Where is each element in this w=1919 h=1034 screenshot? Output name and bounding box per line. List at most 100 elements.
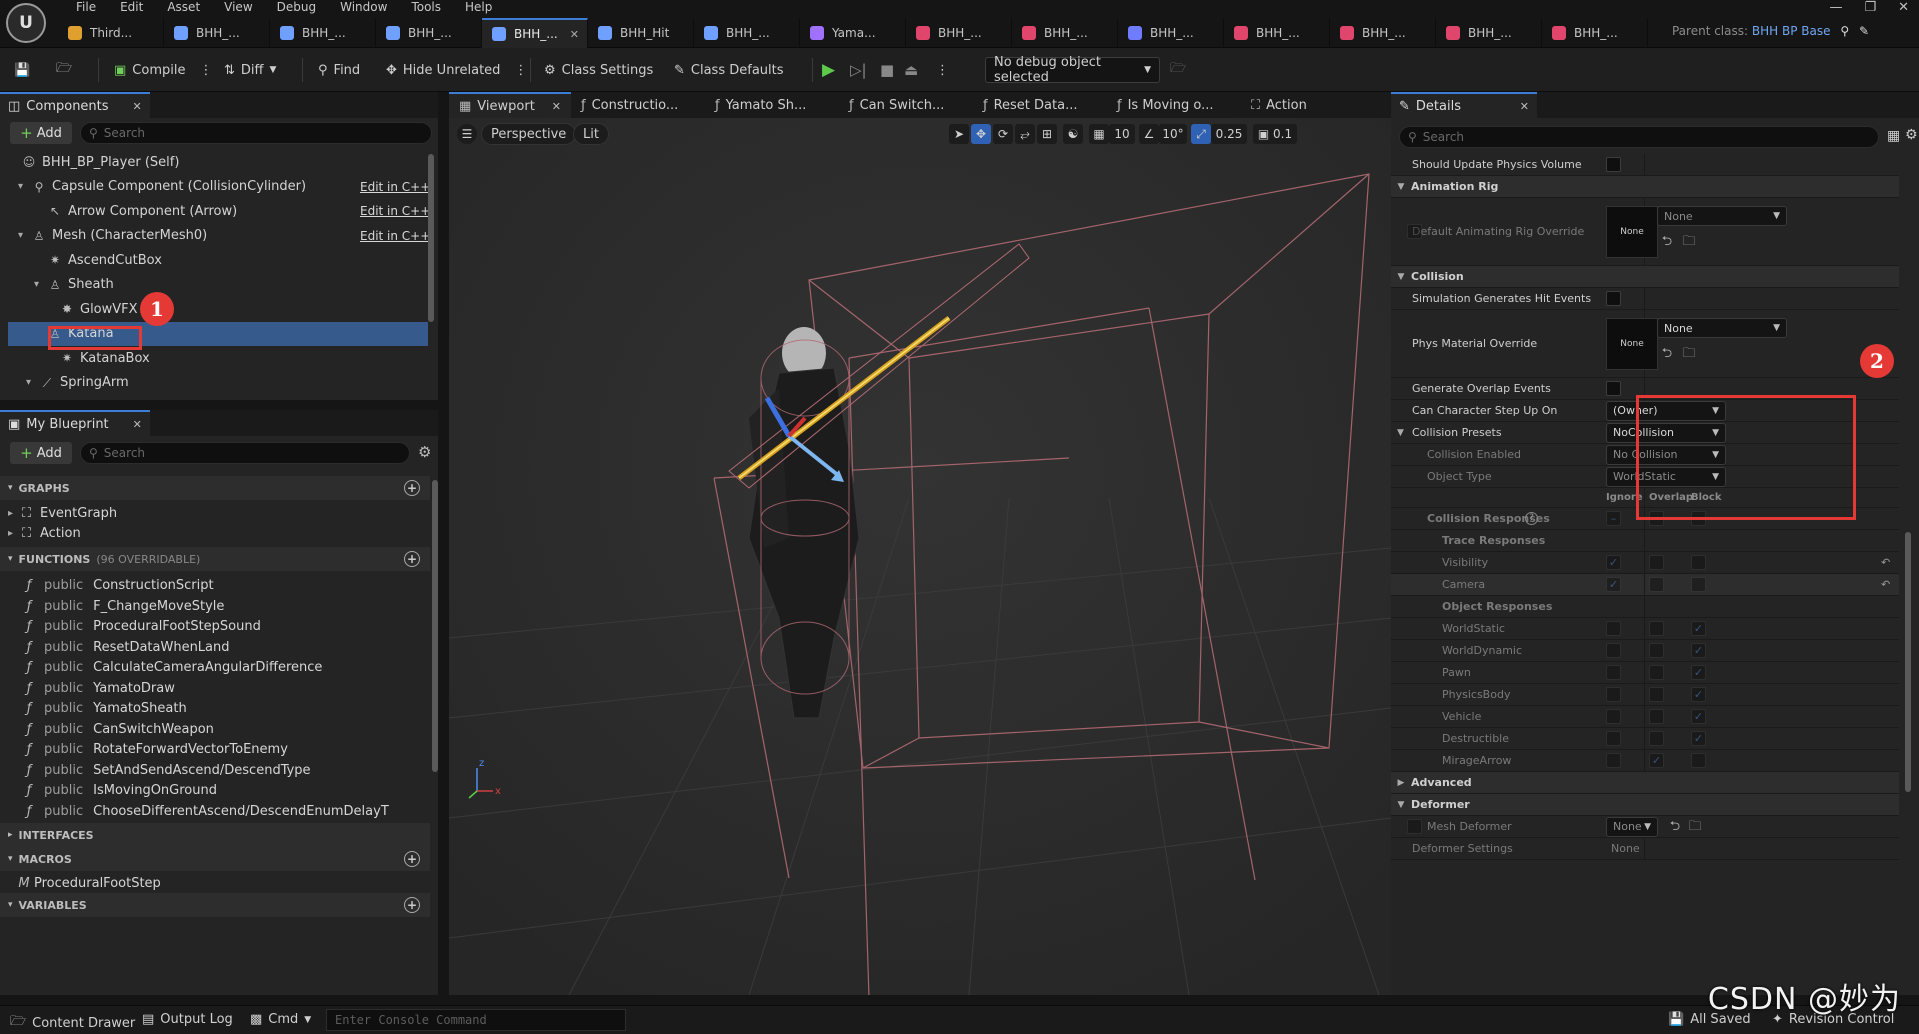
menu-help[interactable]: Help — [453, 0, 504, 16]
surface-snap-icon[interactable]: ☯ — [1063, 124, 1083, 144]
tab-editor-5[interactable]: ƒ Is Moving o... — [1107, 92, 1241, 118]
checkbox[interactable] — [1649, 664, 1664, 680]
expand-arrow-icon[interactable]: ▾ — [26, 377, 40, 388]
function-item[interactable]: ƒ public ChooseDifferentAscend/DescendEnum… — [0, 799, 430, 824]
tab-asset-10[interactable]: BHH_... — [1118, 18, 1224, 48]
checkbox[interactable]: ✓ — [1606, 576, 1621, 592]
checkbox[interactable]: – — [1606, 510, 1621, 526]
grid-view-icon[interactable]: ▦ — [1887, 128, 1900, 144]
tab-editor-0[interactable]: ▦ Viewport ✕ — [449, 92, 571, 118]
add-component-button[interactable]: + Add — [10, 122, 72, 144]
asset-thumbnail[interactable]: None — [1606, 206, 1658, 258]
camera-speed-button[interactable]: ▣ 0.1 — [1253, 124, 1297, 144]
asset-thumbnail[interactable]: None — [1606, 318, 1658, 370]
section-functions[interactable]: ▾ FUNCTIONS (96 OVERRIDABLE) + — [0, 547, 430, 571]
hamburger-menu-icon[interactable]: ☰ — [457, 124, 477, 144]
section-deformer[interactable]: ▼ Deformer — [1391, 794, 1899, 816]
add-member-button[interactable]: + Add — [10, 442, 72, 464]
checkbox[interactable] — [1606, 642, 1621, 658]
section-interfaces[interactable]: ▸ INTERFACES — [0, 823, 430, 847]
add-icon[interactable]: + — [404, 851, 420, 867]
checkbox[interactable] — [1606, 290, 1621, 306]
checkbox[interactable]: ✓ — [1691, 620, 1706, 636]
checkbox[interactable] — [1606, 708, 1621, 724]
content-drawer-button[interactable]: 🗁 Content Drawer — [10, 1012, 135, 1034]
section-animation-rig[interactable]: ▼ Animation Rig — [1391, 176, 1899, 198]
tab-asset-14[interactable]: BHH_... — [1542, 18, 1648, 48]
step-icon[interactable]: ▷| — [850, 57, 867, 83]
use-selected-icon[interactable]: ⮌ — [1659, 346, 1675, 362]
scale-snap-icon[interactable]: ⤢ — [1191, 124, 1211, 144]
stop-icon[interactable]: ■ — [880, 57, 894, 83]
tab-editor-1[interactable]: ƒ Constructio... — [571, 92, 705, 118]
expand-arrow-icon[interactable]: ▸ — [8, 508, 22, 519]
menu-debug[interactable]: Debug — [265, 0, 328, 16]
gear-icon[interactable]: ⚙ — [418, 443, 431, 461]
tab-details[interactable]: ✎ Details ✕ — [1391, 92, 1537, 118]
tab-asset-4[interactable]: BHH_... ✕ — [482, 18, 588, 48]
scrollbar[interactable] — [1905, 532, 1911, 792]
minimize-icon[interactable]: — — [1829, 0, 1842, 15]
graph-item[interactable]: ▸ ⛶ Action — [0, 521, 430, 546]
add-icon[interactable]: + — [404, 897, 420, 913]
section-collision[interactable]: ▼ Collision — [1391, 266, 1899, 288]
save-icon[interactable]: 💾 — [14, 57, 30, 83]
expand-arrow-icon[interactable]: ▾ — [34, 279, 48, 290]
browse-debug-icon[interactable]: 🗁 — [1170, 57, 1186, 83]
collapse-arrow-icon[interactable]: ▼ — [1397, 428, 1404, 438]
tree-item-camera[interactable]: ■Camera — [8, 395, 428, 401]
lit-button[interactable]: Lit — [573, 123, 609, 145]
checkbox[interactable]: ✓ — [1691, 664, 1706, 680]
use-selected-icon[interactable]: ⮌ — [1659, 234, 1675, 250]
menu-tools[interactable]: Tools — [399, 0, 453, 16]
diff-button[interactable]: ⇅ Diff ▼ — [224, 57, 276, 83]
checkbox[interactable] — [1606, 752, 1621, 768]
menu-edit[interactable]: Edit — [108, 0, 155, 16]
checkbox[interactable] — [1649, 620, 1664, 636]
debug-object-select[interactable]: No debug object selected ▼ — [985, 55, 1160, 85]
checkbox[interactable] — [1407, 818, 1422, 834]
checkbox[interactable] — [1606, 686, 1621, 702]
tab-asset-7[interactable]: Yama... — [800, 18, 906, 48]
checkbox[interactable] — [1606, 156, 1621, 172]
tab-editor-3[interactable]: ƒ Can Switch... — [839, 92, 973, 118]
checkbox[interactable]: ✓ — [1691, 730, 1706, 746]
tab-asset-9[interactable]: BHH_... — [1012, 18, 1118, 48]
close-icon[interactable]: ✕ — [133, 418, 142, 431]
tab-asset-5[interactable]: BHH_Hit — [588, 18, 694, 48]
tab-asset-3[interactable]: BHH_... — [376, 18, 482, 48]
grid-snap-icon[interactable]: ▦ — [1089, 124, 1109, 144]
checkbox[interactable] — [1606, 380, 1621, 396]
close-icon[interactable]: ✕ — [570, 28, 579, 41]
hide-unrelated-button[interactable]: ✥ Hide Unrelated ⋮ — [386, 57, 527, 83]
checkbox[interactable] — [1606, 620, 1621, 636]
tab-asset-6[interactable]: BHH_... — [694, 18, 800, 48]
scale-mode-icon[interactable]: ⥂ — [1015, 124, 1035, 144]
tab-editor-2[interactable]: ƒ Yamato Sh... — [705, 92, 839, 118]
tab-editor-4[interactable]: ƒ Reset Data... — [973, 92, 1107, 118]
menu-asset[interactable]: Asset — [155, 0, 212, 16]
close-icon[interactable]: ✕ — [1520, 100, 1529, 113]
checkbox[interactable]: ✓ — [1606, 554, 1621, 570]
menu-file[interactable]: File — [64, 0, 108, 16]
menu-window[interactable]: Window — [328, 0, 399, 16]
viewport[interactable]: z x ☰ Perspective Lit ➤ ✥ ⟳ ⥂ ⊞ ☯ ▦ 10 ∠… — [449, 118, 1391, 995]
tree-item-capsule[interactable]: ▾ ⚲ Capsule Component (CollisionCylinder) E… — [8, 175, 430, 199]
close-icon[interactable]: ✕ — [1898, 0, 1909, 15]
add-icon[interactable]: + — [404, 551, 420, 567]
console-input[interactable]: Enter Console Command — [326, 1009, 626, 1031]
translate-mode-icon[interactable]: ✥ — [971, 124, 991, 144]
class-defaults-button[interactable]: ✎ Class Defaults — [674, 57, 784, 83]
tab-my-blueprint[interactable]: ▣ My Blueprint ✕ — [0, 410, 150, 436]
edit-in-cpp-link[interactable]: Edit in C++ — [360, 180, 430, 194]
close-icon[interactable]: ✕ — [552, 100, 561, 113]
restore-icon[interactable]: ❐ — [1864, 0, 1876, 15]
cmd-button[interactable]: ▩ Cmd ▼ — [250, 1012, 311, 1027]
tab-editor-6[interactable]: ⛶ Action — [1241, 92, 1375, 118]
scale-snap-value[interactable]: 0.25 — [1211, 124, 1247, 144]
grid-snap-value[interactable]: 10 — [1109, 124, 1135, 144]
checkbox[interactable]: ✓ — [1649, 752, 1664, 768]
checkbox[interactable] — [1691, 752, 1706, 768]
checkbox[interactable] — [1649, 642, 1664, 658]
checkbox[interactable]: ✓ — [1691, 708, 1706, 724]
